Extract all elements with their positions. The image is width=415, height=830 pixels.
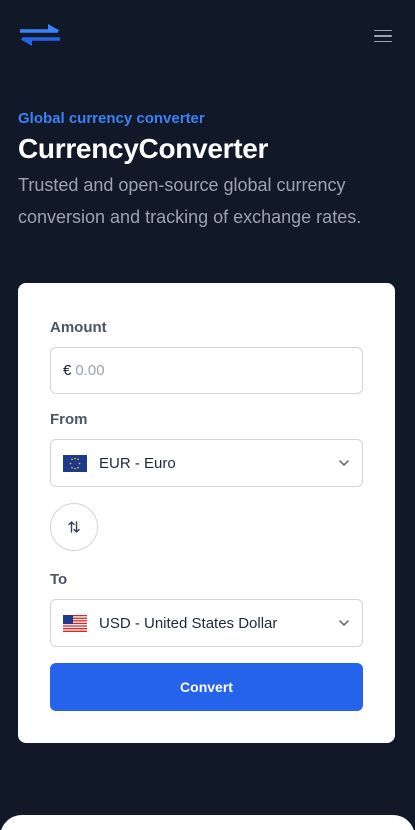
from-currency-select[interactable]: EUR - Euro: [50, 439, 363, 487]
hero-section: Global currency converter CurrencyConver…: [18, 110, 398, 233]
converter-card: Amount € From EUR - Euro To: [18, 283, 395, 743]
from-currency-value: EUR - Euro: [99, 454, 176, 472]
page-title: CurrencyConverter: [18, 133, 269, 164]
chevron-down-icon: [339, 460, 349, 467]
swap-currencies-button[interactable]: [50, 503, 98, 551]
bottom-panel: [0, 815, 415, 830]
from-label: From: [50, 411, 88, 428]
amount-label: Amount: [50, 319, 107, 336]
eu-flag-icon: [63, 454, 87, 472]
amount-field[interactable]: €: [50, 347, 363, 394]
to-currency-value: USD - United States Dollar: [99, 614, 278, 632]
currency-symbol: €: [63, 362, 72, 379]
to-currency-select[interactable]: USD - United States Dollar: [50, 599, 363, 647]
us-flag-icon: [63, 614, 87, 632]
to-label: To: [50, 571, 68, 588]
amount-input[interactable]: [75, 362, 336, 379]
swap-vertical-icon: [68, 521, 80, 533]
hero-subtitle: Trusted and open-source global currency …: [18, 175, 362, 227]
top-bar: [0, 0, 415, 70]
swap-arrows-logo-icon[interactable]: [18, 22, 62, 48]
chevron-down-icon: [339, 620, 349, 627]
convert-button[interactable]: Convert: [50, 663, 363, 711]
hamburger-menu-icon[interactable]: [370, 25, 396, 47]
hero-eyebrow: Global currency converter: [18, 110, 205, 127]
